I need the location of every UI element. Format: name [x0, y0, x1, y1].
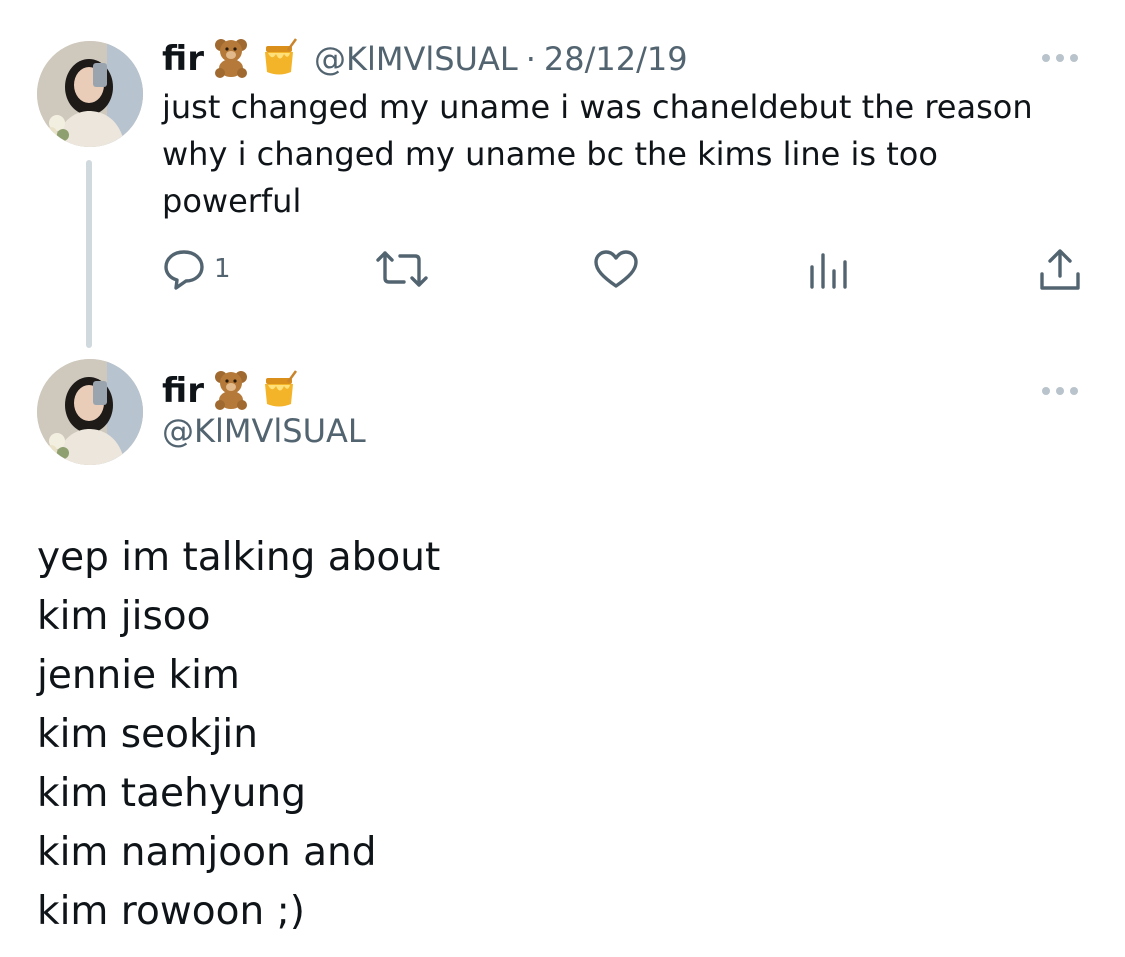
share-button[interactable] — [1038, 248, 1082, 292]
tweet2-line: kim namjoon and — [37, 830, 377, 875]
tweet2-line: kim taehyung — [37, 771, 306, 816]
like-icon — [594, 250, 638, 288]
tweet2-header: fir — [162, 368, 300, 414]
views-button[interactable] — [805, 251, 851, 289]
retweet-icon — [376, 251, 428, 287]
tweet2-line: kim rowoon ;) — [37, 889, 305, 934]
avatar[interactable] — [37, 41, 143, 147]
teddy-bear-emoji — [210, 368, 252, 414]
honey-pot-emoji — [258, 36, 300, 82]
reply-button[interactable]: 1 — [162, 248, 231, 290]
more-options-icon[interactable] — [1036, 48, 1084, 68]
avatar-photo — [37, 359, 143, 465]
teddy-bear-emoji — [210, 36, 252, 82]
tweet2-line: yep im talking about — [37, 535, 441, 580]
tweet2-line: jennie kim — [37, 653, 240, 698]
tweet1-text: just changed my uname i was chaneldebut … — [162, 88, 1033, 220]
separator-dot: · — [525, 40, 536, 78]
tweet2-text: yep im talking about kim jisoo jennie ki… — [37, 528, 1087, 941]
reply-icon — [164, 250, 204, 290]
tweet2-line: kim seokjin — [37, 712, 258, 757]
tweet1-header: fir @KlMVlSUAL · 28/12/19 — [162, 36, 688, 82]
share-icon — [1040, 249, 1080, 290]
retweet-button[interactable] — [372, 250, 432, 288]
honey-pot-emoji — [258, 368, 300, 414]
tweet1-action-bar: 1 — [0, 245, 1125, 295]
display-name[interactable]: fir — [162, 39, 204, 79]
handle[interactable]: @KlMVlSUAL — [162, 412, 366, 450]
handle[interactable]: @KlMVlSUAL — [314, 40, 518, 78]
avatar[interactable] — [37, 359, 143, 465]
views-icon — [810, 253, 847, 289]
like-button[interactable] — [593, 249, 639, 289]
display-name[interactable]: fir — [162, 371, 204, 411]
more-options-icon[interactable] — [1036, 381, 1084, 401]
tweet2-line: kim jisoo — [37, 594, 211, 639]
reply-count: 1 — [214, 254, 231, 284]
tweet-date[interactable]: 28/12/19 — [544, 40, 688, 78]
avatar-photo — [37, 41, 143, 147]
